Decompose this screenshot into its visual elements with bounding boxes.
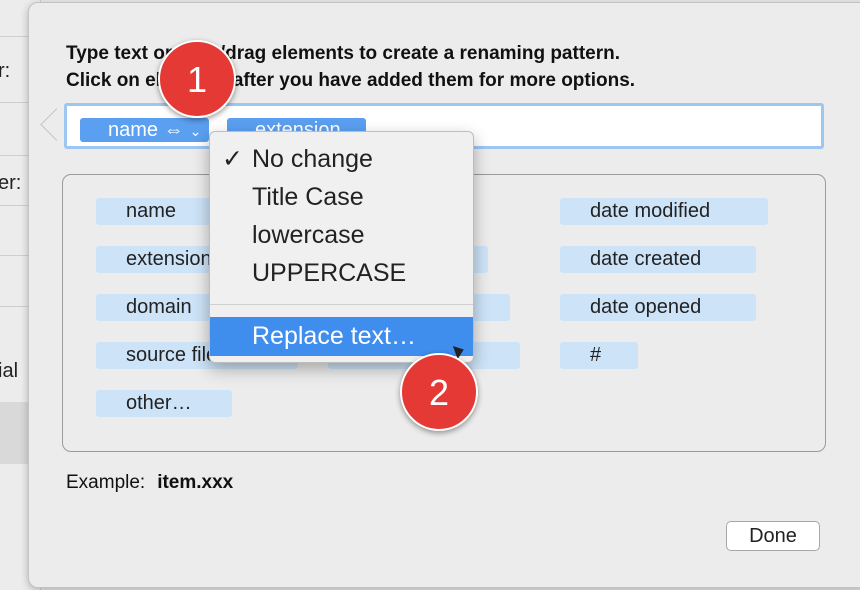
background-label-2: er: — [0, 172, 22, 194]
menu-separator — [210, 304, 473, 305]
menu-item-title-case[interactable]: Title Case — [210, 178, 473, 216]
element-date-opened[interactable]: date opened — [560, 294, 756, 321]
menu-item-lowercase[interactable]: lowercase — [210, 216, 473, 254]
example-row: Example: item.xxx — [66, 472, 233, 494]
step-badge-2: 2 — [400, 353, 478, 431]
instructions-line-2: Click on elements after you have added t… — [66, 70, 636, 91]
menu-item-label: No change — [252, 145, 373, 173]
element-date-created[interactable]: date created — [560, 246, 756, 273]
checkmark-icon: ✓ — [222, 145, 243, 173]
element-number[interactable]: # — [560, 342, 638, 369]
menu-item-replace-text[interactable]: Replace text… — [210, 317, 473, 356]
name-token[interactable]: name ⇔ ⌄ — [80, 118, 210, 142]
example-label: Example: — [66, 472, 146, 493]
name-token-label: name ⇔ — [108, 119, 184, 141]
instructions: Type text or click/drag elements to crea… — [66, 40, 635, 94]
background-label-3: ial — [0, 360, 19, 382]
element-date-modified[interactable]: date modified — [560, 198, 768, 225]
instructions-line-1: Type text or click/drag elements to crea… — [66, 43, 620, 64]
chevron-down-icon: ⌄ — [189, 123, 202, 139]
element-other[interactable]: other… — [96, 390, 232, 417]
step-badge-1: 1 — [158, 40, 236, 118]
case-menu: ✓ No change Title Case lowercase UPPERCA… — [209, 131, 474, 363]
menu-item-no-change[interactable]: ✓ No change — [210, 140, 473, 178]
background-label-1: r: — [0, 60, 11, 82]
menu-item-uppercase[interactable]: UPPERCASE — [210, 254, 473, 292]
done-button[interactable]: Done — [726, 521, 820, 551]
example-value: item.xxx — [157, 472, 234, 493]
